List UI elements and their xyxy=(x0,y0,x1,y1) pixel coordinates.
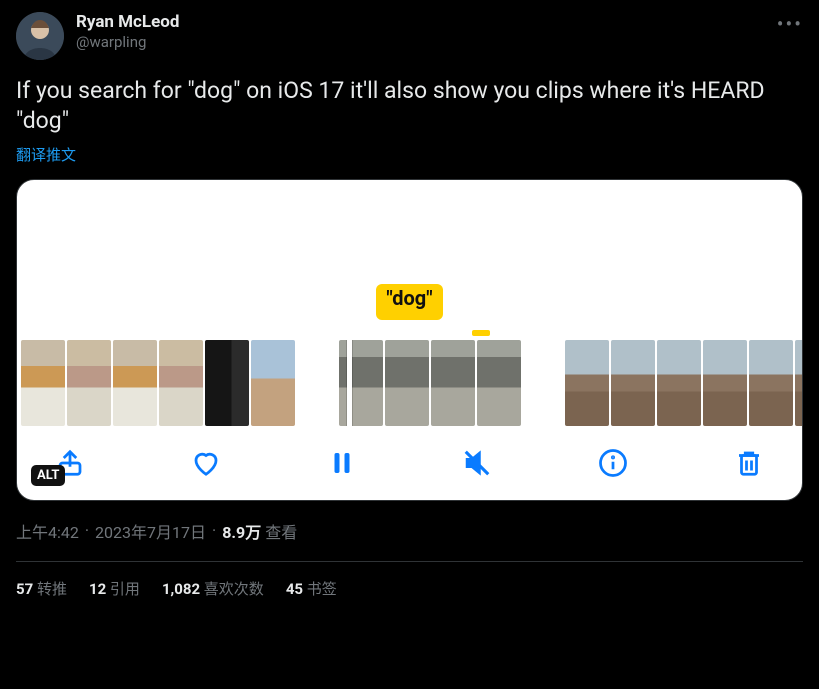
author-block[interactable]: Ryan McLeod @warpling xyxy=(76,12,179,52)
thumbnail xyxy=(251,340,295,426)
keyword-label-row: "dog" xyxy=(17,284,802,320)
thumbnail xyxy=(67,340,111,426)
thumbnail xyxy=(21,340,65,426)
retweets[interactable]: 57 转推 xyxy=(16,578,67,599)
avatar[interactable] xyxy=(16,12,64,60)
clip-group-1 xyxy=(21,340,295,426)
date[interactable]: 2023年7月17日 xyxy=(95,519,206,543)
display-name: Ryan McLeod xyxy=(76,12,179,33)
info-icon xyxy=(598,448,628,478)
thumbnail xyxy=(795,340,802,426)
media-card: "dog" xyxy=(16,179,803,501)
heart-icon xyxy=(191,448,221,478)
thumbnail xyxy=(339,340,383,426)
thumbnail xyxy=(477,340,521,426)
tweet-container: Ryan McLeod @warpling ••• If you search … xyxy=(0,0,819,609)
thumbnail xyxy=(159,340,203,426)
bookmarks[interactable]: 45 书签 xyxy=(286,578,337,599)
keyword-marker xyxy=(472,330,490,336)
video-timeline[interactable] xyxy=(17,340,802,426)
pause-button[interactable] xyxy=(325,446,359,480)
thumbnail xyxy=(205,340,249,426)
more-button[interactable]: ••• xyxy=(777,12,803,36)
delete-button[interactable] xyxy=(732,446,766,480)
tweet-header: Ryan McLeod @warpling ••• xyxy=(16,12,803,60)
playhead[interactable] xyxy=(347,340,352,426)
keyword-label: "dog" xyxy=(376,284,442,320)
trash-icon xyxy=(734,448,764,478)
info-button[interactable] xyxy=(596,446,630,480)
tweet-text: If you search for "dog" on iOS 17 it'll … xyxy=(16,76,803,136)
views-count[interactable]: 8.9万 xyxy=(222,519,261,543)
translate-link[interactable]: 翻译推文 xyxy=(16,144,76,165)
mute-button[interactable] xyxy=(460,446,494,480)
clip-group-3 xyxy=(565,340,802,426)
time[interactable]: 上午4:42 xyxy=(16,519,79,543)
handle: @warpling xyxy=(76,33,179,52)
clip-group-2 xyxy=(339,340,521,426)
mute-icon xyxy=(462,448,492,478)
thumbnail xyxy=(431,340,475,426)
thumbnail xyxy=(749,340,793,426)
alt-badge[interactable]: ALT xyxy=(31,465,65,486)
thumbnail xyxy=(657,340,701,426)
thumbnail xyxy=(385,340,429,426)
like-button[interactable] xyxy=(189,446,223,480)
media-controls xyxy=(17,426,802,500)
likes[interactable]: 1,082 喜欢次数 xyxy=(162,578,264,599)
pause-icon xyxy=(327,448,357,478)
engagement-bar: 57 转推 12 引用 1,082 喜欢次数 45 书签 xyxy=(16,562,803,609)
quotes[interactable]: 12 引用 xyxy=(89,578,140,599)
thumbnail xyxy=(703,340,747,426)
thumbnail xyxy=(113,340,157,426)
thumbnail xyxy=(565,340,609,426)
thumbnail xyxy=(611,340,655,426)
tweet-meta: 上午4:42 · 2023年7月17日 · 8.9万 查看 xyxy=(16,519,803,543)
views-label: 查看 xyxy=(265,519,297,543)
